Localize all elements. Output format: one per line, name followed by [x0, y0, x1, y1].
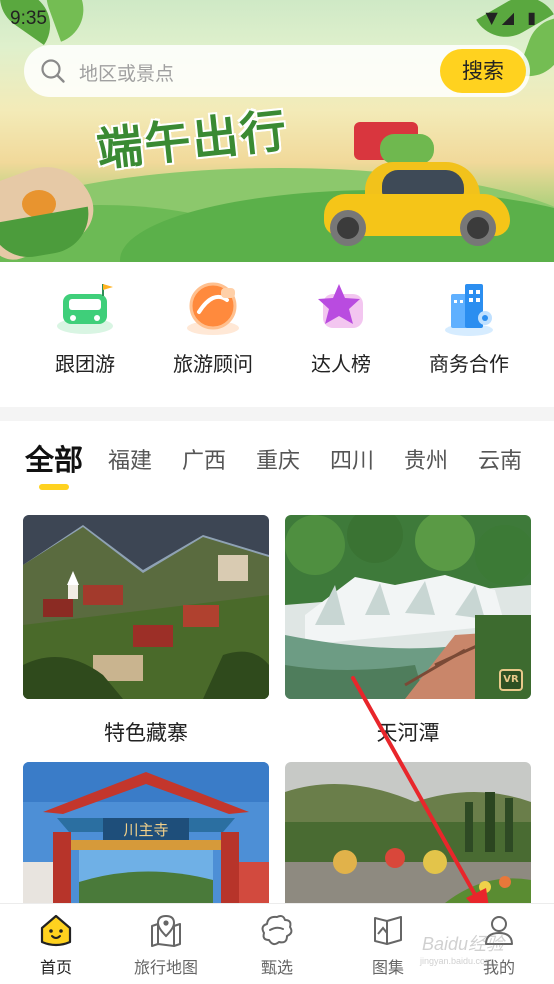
status-icons: ▼◢ ▮ [485, 8, 540, 27]
nav-label: 甄选 [260, 958, 293, 977]
tab-yunnan[interactable]: 云南 [478, 443, 522, 475]
search-button[interactable]: 搜索 [440, 49, 526, 93]
card-photo: VR [285, 515, 531, 699]
card-photo [23, 515, 269, 699]
search-input[interactable]: 地区或景点 [79, 59, 174, 86]
card-scenic-garden[interactable] [285, 762, 531, 903]
tab-fujian[interactable]: 福建 [108, 443, 152, 475]
quick-nav-label: 跟团游 [55, 352, 115, 376]
banner-title: 端午出行 [94, 103, 291, 177]
tab-sichuan[interactable]: 四川 [330, 443, 374, 475]
vr-badge: VR [499, 669, 523, 691]
quick-nav-label: 旅游顾问 [173, 352, 253, 376]
card-tibetan-village[interactable]: 特色藏寨 [23, 515, 269, 747]
watermark: Baidu经验 [422, 934, 505, 954]
nav-item-selection[interactable]: 甄选 [227, 912, 327, 978]
card-temple-gate[interactable]: 川主寺 [23, 762, 269, 903]
quick-nav-item-group-tour[interactable]: 跟团游 [20, 278, 150, 377]
search-bar[interactable]: 地区或景点 搜索 [24, 45, 530, 97]
nav-item-travel-map[interactable]: 旅行地图 [116, 912, 216, 978]
card-caption: 特色藏寨 [104, 721, 188, 745]
card-tianhetan[interactable]: VR 天河潭 [285, 515, 531, 747]
zongzi-illustration [0, 153, 103, 262]
advisor-icon [187, 282, 239, 335]
bus-icon [57, 284, 113, 334]
album-icon [374, 916, 402, 945]
quick-nav-label: 达人榜 [311, 352, 371, 376]
watermark-url: jingyan.baidu.com [420, 956, 493, 966]
nav-label: 首页 [39, 958, 72, 977]
quick-nav-item-business[interactable]: 商务合作 [404, 278, 534, 377]
home-face-icon [40, 914, 72, 947]
promo-banner[interactable]: 端午出行 [0, 0, 554, 262]
tab-chongqing[interactable]: 重庆 [256, 443, 300, 475]
region-tabs: 全部 福建 广西 重庆 四川 贵州 云南 [0, 421, 554, 501]
flower-icon [261, 915, 293, 946]
card-photo [285, 762, 531, 903]
nav-item-home[interactable]: 首页 [6, 912, 106, 978]
gate-sign-text: 川主寺 [123, 821, 168, 839]
map-pin-icon [151, 914, 181, 947]
quick-nav: 跟团游 旅游顾问 达人榜 商务合作 [0, 262, 554, 407]
quick-nav-label: 商务合作 [429, 352, 509, 376]
building-icon [445, 284, 493, 336]
star-icon [318, 284, 363, 328]
search-icon [41, 59, 65, 83]
card-photo: 川主寺 [23, 762, 269, 903]
section-divider [0, 407, 554, 421]
tab-guangxi[interactable]: 广西 [182, 443, 226, 475]
nav-label: 旅行地图 [133, 958, 198, 977]
car-illustration [320, 120, 520, 246]
tab-guizhou[interactable]: 贵州 [404, 443, 448, 475]
tab-all[interactable]: 全部 [25, 437, 83, 479]
status-time: 9:35 [10, 8, 47, 29]
quick-nav-item-ranking[interactable]: 达人榜 [276, 278, 406, 377]
tab-indicator [39, 484, 69, 490]
card-caption: 天河潭 [376, 721, 440, 745]
quick-nav-item-advisor[interactable]: 旅游顾问 [148, 278, 278, 377]
